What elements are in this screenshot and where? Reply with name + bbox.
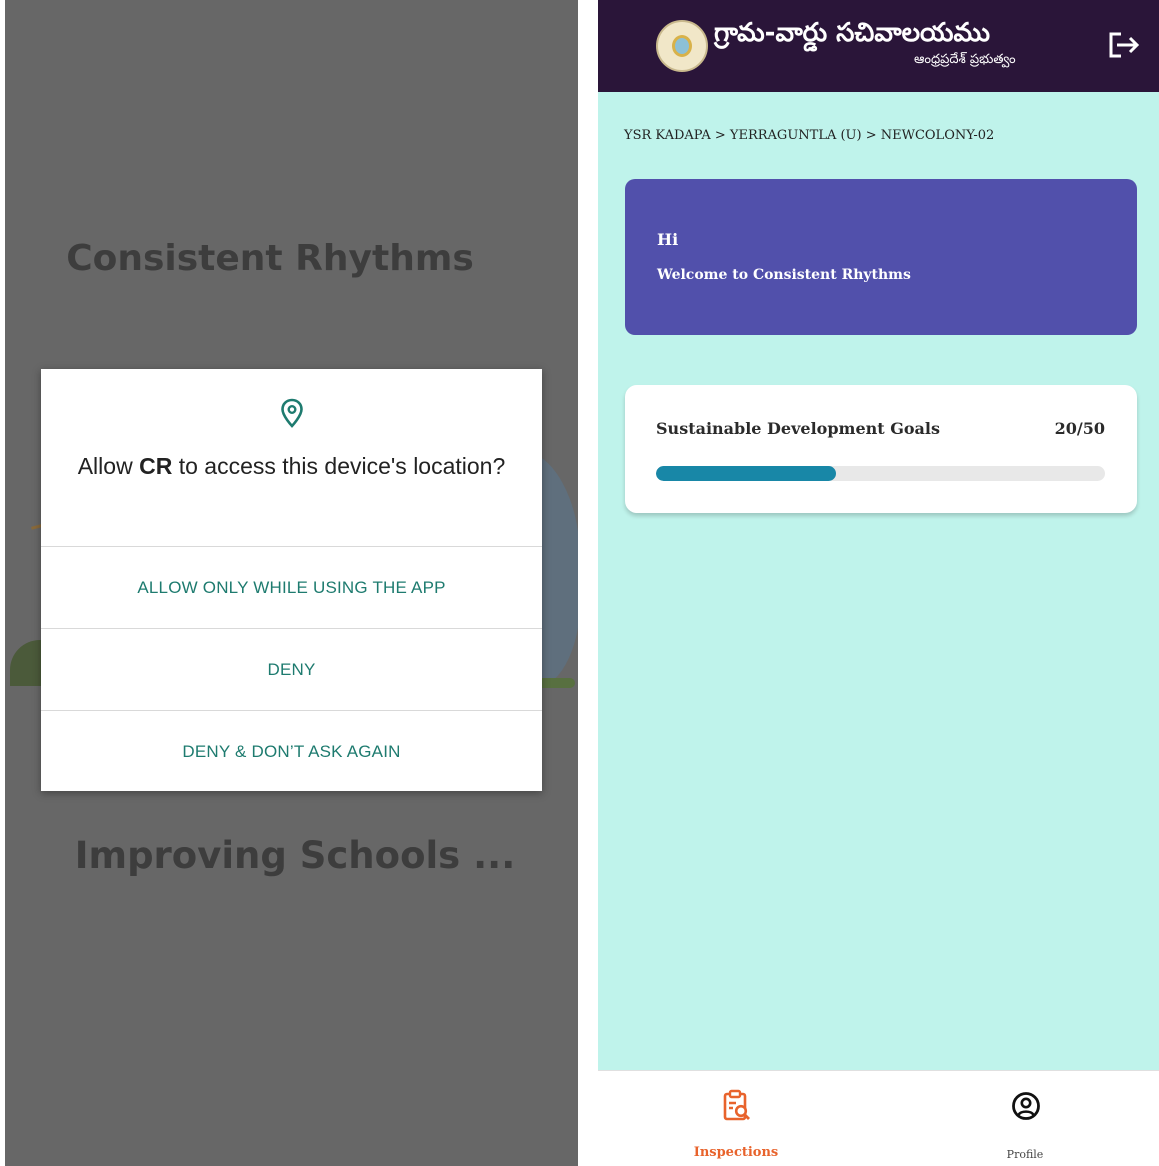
deny-dont-ask-again-button[interactable]: DENY & DON’T ASK AGAIN [41,710,542,792]
welcome-message: Welcome to Consistent Rhythms [657,267,911,283]
breadcrumb: YSR KADAPA > YERRAGUNTLA (U) > NEWCOLONY… [624,128,995,143]
nav-inspections[interactable]: Inspections [636,1071,836,1166]
inspections-icon [723,1089,750,1121]
ap-emblem-icon [656,20,708,72]
brand-subtitle: ఆంధ్రప్రదేశ్ ప్రభుత్వం [914,52,1016,67]
welcome-card: Hi Welcome to Consistent Rhythms [625,179,1137,335]
sdg-count: 20/50 [1054,419,1105,438]
location-pin-icon [281,398,303,428]
app-name: CR [139,453,173,479]
app-header: గ్రామ-వార్డు సచివాలయము ఆంధ్రప్రదేశ్ ప్రభ… [598,0,1159,92]
right-screen: గ్రామ-వార్డు సచివాలయము ఆంధ్రప్రదేశ్ ప్రభ… [598,0,1159,1166]
deny-button[interactable]: DENY [41,628,542,710]
allow-while-using-button[interactable]: ALLOW ONLY WHILE USING THE APP [41,546,542,628]
left-screen: Consistent Rhythms Improving Schools ...… [5,0,578,1166]
sdg-progress-card[interactable]: Sustainable Development Goals 20/50 [625,385,1137,513]
location-permission-dialog: Allow CR to access this device's locatio… [41,369,542,791]
sdg-progress-fill [656,466,836,481]
app-title: Consistent Rhythms [66,238,474,279]
logout-icon[interactable] [1106,30,1142,60]
greeting: Hi [657,230,679,249]
nav-profile[interactable]: Profile [925,1071,1125,1166]
sdg-progress-track [656,466,1105,481]
nav-profile-label: Profile [1006,1148,1044,1161]
nav-inspections-label: Inspections [693,1145,779,1160]
profile-icon [1012,1092,1040,1120]
permission-question: Allow CR to access this device's locatio… [77,453,506,479]
onboarding-subtitle: Improving Schools ... [74,834,516,877]
sdg-title: Sustainable Development Goals [656,419,941,438]
bottom-navigation: Inspections Profile [598,1070,1159,1166]
brand-title: గ్రామ-వార్డు సచివాలయము [714,18,990,48]
